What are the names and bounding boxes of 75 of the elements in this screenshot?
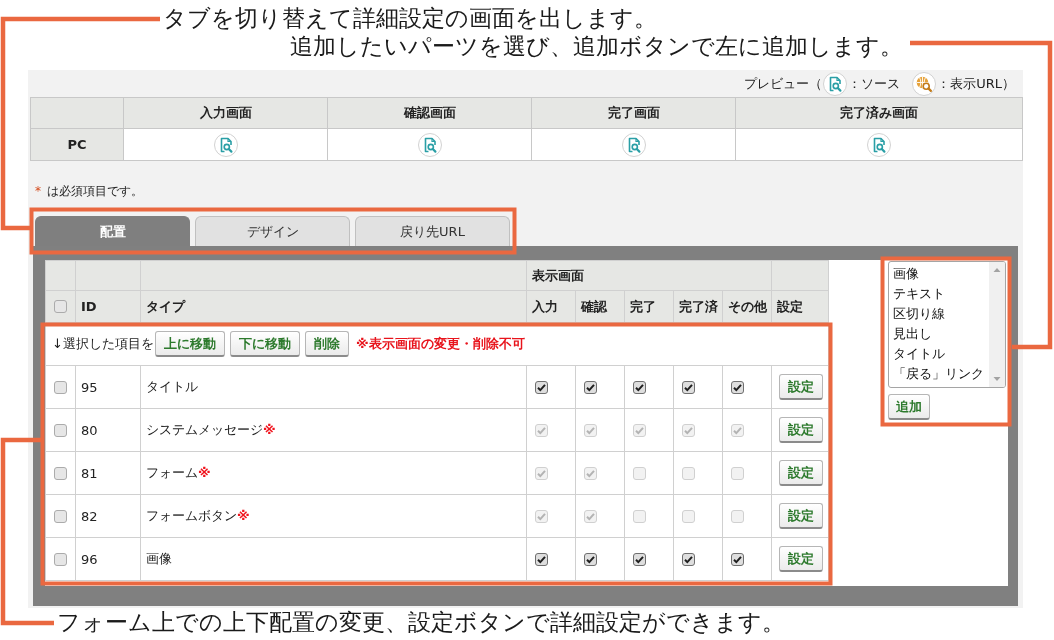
row-checkbox[interactable] [54, 423, 67, 437]
globe-search-icon [912, 71, 937, 96]
column-header: ID [75, 290, 141, 323]
column-header: タイプ [140, 290, 527, 323]
row-checkbox[interactable] [54, 509, 67, 523]
row-checkbox[interactable] [54, 552, 67, 566]
column-header: 確認画面 [327, 97, 532, 129]
settings-button[interactable]: 設定 [779, 460, 824, 486]
tab[interactable]: デザイン [195, 216, 350, 246]
settings-button[interactable]: 設定 [779, 417, 824, 443]
screen-checkbox[interactable] [633, 380, 646, 394]
tab[interactable]: 配置 [35, 216, 190, 246]
screen-checkbox[interactable] [535, 552, 548, 566]
table-cell: 96 [75, 537, 141, 581]
row-header: PC [30, 128, 124, 161]
table-cell: 82 [75, 494, 141, 538]
annotation-text: タブを切り替えて詳細設定の画面を出します。 [163, 4, 657, 32]
required-note: * は必須項目です。 [35, 183, 143, 200]
warning-text: ※表示画面の変更・削除不可 [355, 335, 525, 353]
table-cell: 95 [75, 365, 141, 409]
column-header: 完了画面 [531, 97, 736, 129]
parts-listbox[interactable]: 画像 テキスト 区切り線 見出し タイトル 「戻る」リンク [888, 261, 1006, 388]
list-option[interactable]: 画像 [892, 264, 920, 284]
column-header: 入力 [526, 290, 576, 323]
legend-text: ：表示URL） [937, 74, 1015, 93]
column-header: 設定 [771, 290, 829, 323]
row-checkbox[interactable] [54, 380, 67, 394]
screen-checkbox[interactable] [731, 380, 744, 394]
screen-checkbox[interactable] [535, 380, 548, 394]
list-option[interactable]: タイトル [892, 344, 946, 364]
legend-text: プレビュー（ [744, 74, 823, 93]
screen-checkbox[interactable] [731, 552, 744, 566]
toolbar-button[interactable]: 削除 [304, 331, 349, 357]
table-cell: タイトル [140, 365, 527, 409]
column-header: 確認 [575, 290, 625, 323]
column-header: 完了 [624, 290, 674, 323]
table-cell: 画像 [140, 537, 527, 581]
column-header: 完了済み画面 [735, 97, 1023, 129]
document-search-icon [823, 71, 848, 96]
toolbar-button[interactable]: 下に移動 [229, 331, 300, 357]
settings-button[interactable]: 設定 [779, 503, 824, 529]
document-search-icon[interactable] [417, 132, 442, 157]
tab[interactable]: 戻り先URL [355, 216, 510, 246]
legend-text: ：ソース [848, 74, 901, 93]
annotation-text: フォーム上での上下配置の変更、設定ボタンで詳細設定ができます。 [57, 608, 785, 636]
select-all-checkbox[interactable] [54, 300, 67, 313]
document-search-icon[interactable] [867, 132, 891, 157]
document-search-icon[interactable] [213, 132, 238, 157]
list-option[interactable]: 区切り線 [892, 304, 946, 324]
list-option[interactable]: 見出し [892, 324, 933, 344]
scrollbar[interactable] [989, 262, 1005, 387]
annotation-text: 追加したいパーツを選び、追加ボタンで左に追加します。 [290, 32, 903, 60]
settings-button[interactable]: 設定 [779, 374, 824, 400]
document-search-icon[interactable] [621, 132, 646, 157]
add-button[interactable]: 追加 [888, 394, 930, 420]
screen-checkbox[interactable] [584, 552, 597, 566]
column-header: 入力画面 [123, 97, 328, 129]
column-header: その他 [722, 290, 772, 323]
table-cell: 80 [75, 408, 141, 452]
toolbar-button[interactable]: 上に移動 [154, 331, 225, 357]
table-cell: フォーム※ [140, 451, 527, 495]
table-cell: フォームボタン※ [140, 494, 527, 538]
table-cell: 81 [75, 451, 141, 495]
list-option[interactable]: テキスト [892, 284, 946, 304]
screen-checkbox[interactable] [682, 380, 695, 394]
table-cell: システムメッセージ※ [140, 408, 527, 452]
column-header: 完了済 [673, 290, 723, 323]
screen-checkbox[interactable] [584, 380, 597, 394]
settings-button[interactable]: 設定 [779, 546, 824, 572]
column-header: 表示画面 [526, 260, 772, 291]
toolbar-label: ↓選択した項目を [52, 335, 154, 353]
row-checkbox[interactable] [54, 466, 67, 480]
list-option[interactable]: 「戻る」リンク [892, 364, 985, 384]
screen-checkbox[interactable] [633, 552, 646, 566]
screen-checkbox[interactable] [682, 552, 695, 566]
